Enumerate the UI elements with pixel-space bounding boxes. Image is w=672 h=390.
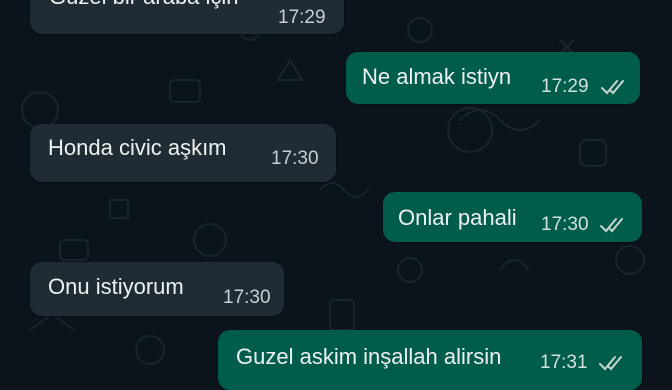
message-text: Guzel askim inşallah alirsin bbox=[236, 344, 502, 369]
message-timestamp: 17:30 bbox=[271, 148, 319, 169]
message-bubble-outgoing[interactable]: Onlar pahali 17:30 bbox=[383, 192, 642, 242]
message-timestamp: 17:29 bbox=[541, 76, 589, 97]
message-timestamp: 17:29 bbox=[278, 7, 326, 28]
message-bubble-outgoing[interactable]: Guzel askim inşallah alirsin 17:31 bbox=[218, 330, 642, 390]
message-text: Honda civic aşkım bbox=[48, 135, 227, 160]
message-bubble-incoming[interactable]: Honda civic aşkım 17:30 bbox=[30, 124, 336, 182]
message-text: Ne almak istiyn bbox=[362, 64, 512, 89]
message-timestamp: 17:30 bbox=[541, 214, 589, 235]
message-timestamp: 17:31 bbox=[540, 352, 588, 373]
read-receipt-double-check-icon bbox=[600, 218, 623, 233]
message-timestamp: 17:30 bbox=[223, 287, 271, 308]
message-bubble-incoming[interactable]: Guzel bir araba için 17:29 bbox=[30, 0, 344, 34]
read-receipt-double-check-icon bbox=[601, 80, 624, 95]
message-text: Onlar pahali bbox=[398, 205, 517, 230]
read-receipt-double-check-icon bbox=[599, 356, 622, 371]
message-text: Onu istiyorum bbox=[48, 274, 184, 299]
message-bubble-incoming[interactable]: Onu istiyorum 17:30 bbox=[30, 262, 284, 316]
message-bubble-outgoing[interactable]: Ne almak istiyn 17:29 bbox=[346, 52, 640, 104]
message-text: Guzel bir araba için bbox=[49, 0, 239, 10]
